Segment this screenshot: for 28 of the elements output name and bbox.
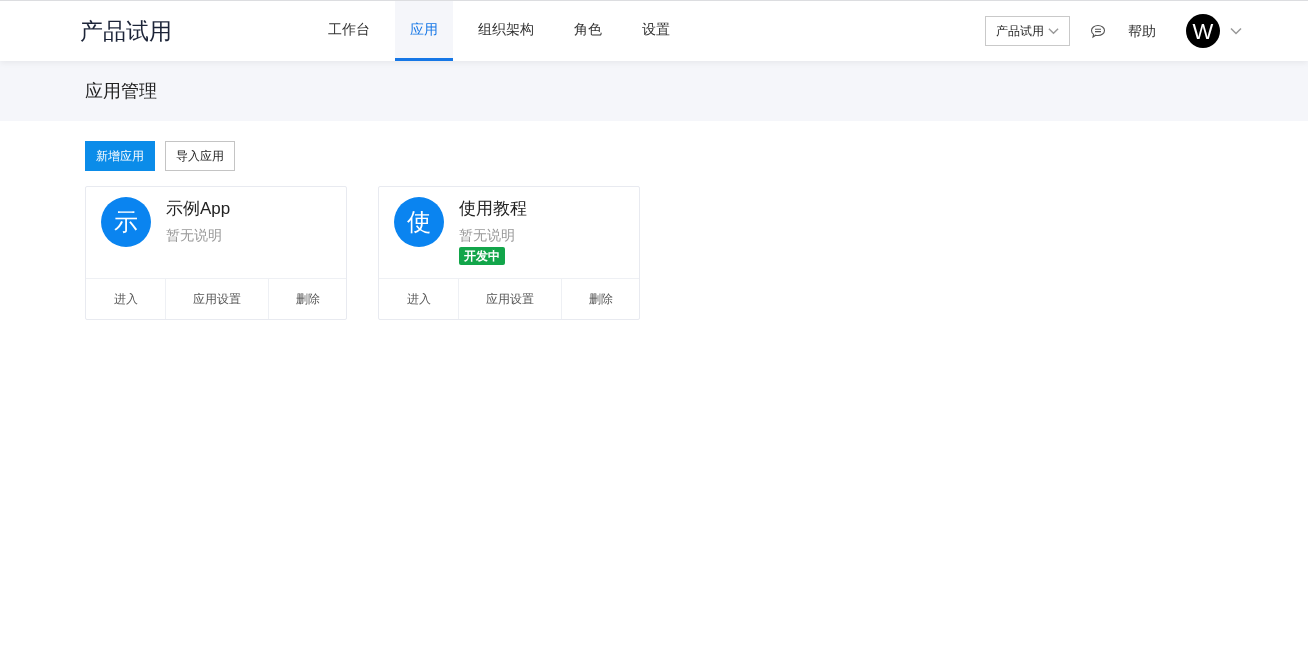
page-title: 应用管理 (85, 79, 157, 103)
app-name: 示例App (166, 198, 231, 220)
card-action-button[interactable]: 删除 (561, 279, 639, 319)
app-logo: 产品试用 (80, 16, 173, 46)
app-description: 暂无说明 (166, 226, 223, 245)
import-app-button[interactable]: 导入应用 (165, 141, 235, 171)
chevron-down-icon (1230, 27, 1242, 35)
add-app-button[interactable]: 新增应用 (85, 141, 155, 171)
card-action-button[interactable]: 进入 (379, 279, 458, 319)
card-action-button[interactable]: 删除 (268, 279, 346, 319)
card-action-button[interactable]: 进入 (86, 279, 165, 319)
nav-tab[interactable]: 设置 (627, 1, 685, 61)
nav-tab[interactable]: 组织架构 (463, 1, 549, 61)
chevron-down-icon (1048, 27, 1059, 35)
app-avatar: 示 (101, 197, 151, 247)
card-action-button[interactable]: 应用设置 (165, 279, 268, 319)
status-tag: 开发中 (459, 247, 505, 265)
nav-tab[interactable]: 应用 (395, 1, 453, 61)
nav-tab[interactable]: 角色 (559, 1, 617, 61)
org-select[interactable]: 产品试用 (985, 16, 1070, 46)
nav-tab[interactable]: 工作台 (313, 1, 385, 61)
app-name: 使用教程 (459, 198, 527, 220)
chat-bubble-icon[interactable] (1090, 23, 1106, 39)
app-avatar: 使 (394, 197, 444, 247)
card-action-button[interactable]: 应用设置 (458, 279, 561, 319)
user-avatar[interactable]: W (1186, 14, 1220, 48)
help-link[interactable]: 帮助 (1128, 20, 1156, 42)
app-description: 暂无说明 (459, 226, 516, 245)
